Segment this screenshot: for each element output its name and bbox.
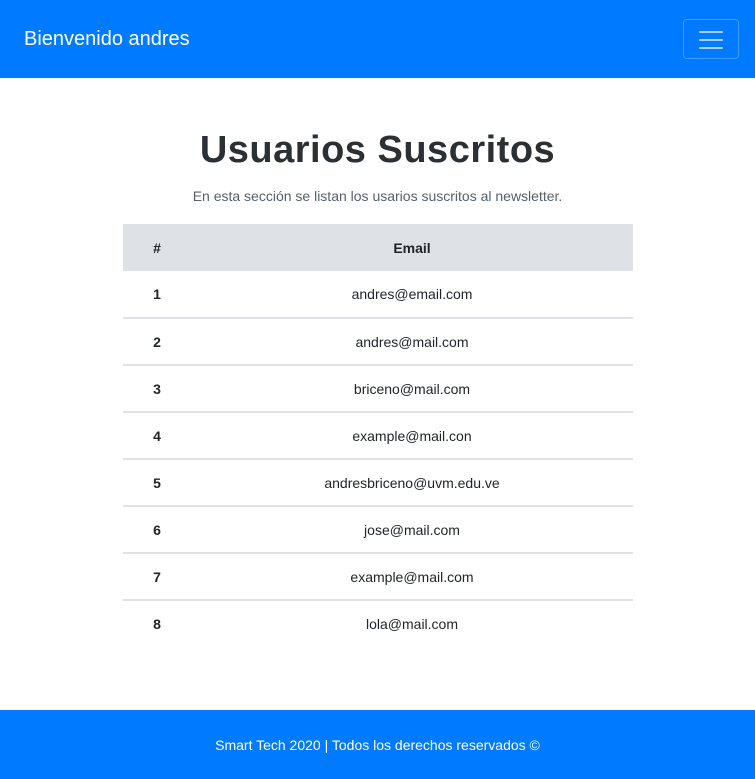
row-email: andres@mail.com: [355, 333, 469, 350]
footer: Smart Tech 2020 | Todos los derechos res…: [0, 710, 755, 779]
row-email: briceno@mail.com: [353, 380, 471, 397]
subscribers-table: # Email 1 andres@email.com 2 andres@mail…: [123, 224, 633, 647]
row-email: jose@mail.com: [364, 521, 460, 538]
table-row: 2 andres@mail.com: [123, 318, 633, 365]
row-number: 2: [153, 333, 161, 350]
page-title: Usuarios Suscritos: [199, 129, 556, 171]
navbar-toggler-button[interactable]: [683, 19, 739, 59]
table-row: 3 briceno@mail.com: [123, 365, 633, 412]
row-number: 1: [153, 286, 161, 302]
table-header-row: # Email: [123, 224, 633, 271]
row-number: 7: [153, 568, 161, 585]
navbar-brand[interactable]: Bienvenido andres: [24, 27, 190, 51]
row-number: 8: [153, 616, 161, 632]
table-row: 8 lola@mail.com: [123, 600, 633, 647]
row-number: 6: [153, 521, 161, 538]
table-row: 4 example@mail.con: [123, 412, 633, 459]
table-row: 7 example@mail.com: [123, 553, 633, 600]
table-row: 6 jose@mail.com: [123, 506, 633, 553]
footer-copyright: Smart Tech 2020 | Todos los derechos res…: [215, 737, 540, 753]
page-subtitle: En esta sección se listan los usarios su…: [192, 188, 563, 204]
row-email: example@mail.com: [350, 568, 474, 585]
table-row: 5 andresbriceno@uvm.edu.ve: [123, 459, 633, 506]
hamburger-menu-icon: [699, 30, 723, 49]
column-header-number: #: [123, 224, 191, 271]
table-row: 1 andres@email.com: [123, 271, 633, 318]
row-email: andres@email.com: [351, 286, 473, 302]
row-number: 4: [153, 427, 161, 444]
row-email: example@mail.con: [352, 427, 472, 444]
navbar: Bienvenido andres: [0, 0, 755, 78]
row-number: 5: [153, 474, 161, 491]
row-email: lola@mail.com: [365, 616, 458, 632]
row-number: 3: [153, 380, 161, 397]
row-email: andresbriceno@uvm.edu.ve: [324, 474, 500, 491]
column-header-email: Email: [191, 224, 633, 271]
